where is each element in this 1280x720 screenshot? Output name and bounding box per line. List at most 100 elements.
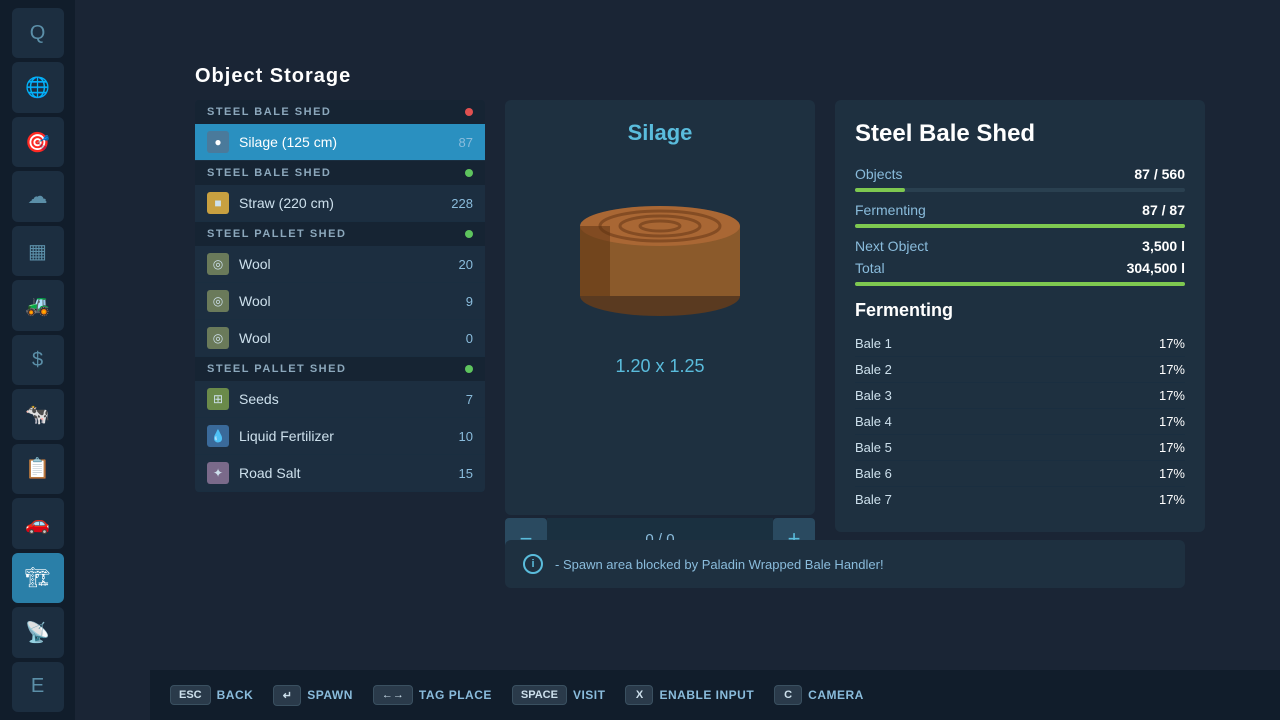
sidebar-btn-globe[interactable]: 🌐 [12, 62, 64, 112]
section-dot-4 [465, 365, 473, 373]
tag-label: TAG PLACE [419, 688, 492, 702]
sidebar-btn-tractor[interactable]: 🚜 [12, 280, 64, 330]
list-item-seeds[interactable]: ⊞ Seeds 7 [195, 381, 485, 418]
bale-label-5: Bale 5 [855, 440, 892, 455]
liquid-count: 10 [459, 429, 473, 444]
sidebar-btn-storage[interactable]: 🏗 [12, 553, 64, 603]
esc-key: ESC [170, 685, 211, 705]
bale-label-3: Bale 3 [855, 388, 892, 403]
list-item-wool3[interactable]: ◎ Wool 0 [195, 320, 485, 357]
sidebar-btn-q[interactable]: Q [12, 8, 64, 58]
wool1-count: 20 [459, 257, 473, 272]
bale-percent-6: 17% [1159, 466, 1185, 481]
key-tag: ←→ TAG PLACE [373, 685, 492, 705]
list-item-straw[interactable]: ■ Straw (220 cm) 228 [195, 185, 485, 222]
section-header-1: STEEL BALE SHED [195, 100, 485, 124]
c-key: C [774, 685, 802, 705]
salt-icon: ✦ [207, 462, 229, 484]
globe-icon: 🌐 [25, 75, 50, 100]
fermenting-progress-fill [855, 224, 1185, 228]
bale-row-2: Bale 217% [855, 357, 1185, 383]
enter-key: ↵ [273, 685, 301, 706]
section-dot-2 [465, 169, 473, 177]
liquid-name: Liquid Fertilizer [239, 428, 459, 444]
bale-label-7: Bale 7 [855, 492, 892, 507]
fermenting-list: Bale 117%Bale 217%Bale 317%Bale 417%Bale… [855, 331, 1185, 512]
arrows-key: ←→ [373, 685, 413, 705]
steering-icon: 🎯 [25, 130, 50, 155]
section-header-3: STEEL PALLET SHED [195, 222, 485, 246]
section-dot-3 [465, 230, 473, 238]
bale-label-4: Bale 4 [855, 414, 892, 429]
storage-icon: 🏗 [25, 565, 50, 590]
salt-name: Road Salt [239, 465, 459, 481]
fermenting-row: Fermenting 87 / 87 [855, 202, 1185, 218]
key-camera: C CAMERA [774, 685, 864, 705]
wool3-icon: ◎ [207, 327, 229, 349]
fermenting-label: Fermenting [855, 202, 926, 218]
storage-panel: Object Storage STEEL BALE SHED ● Silage … [195, 65, 485, 635]
bale-svg [570, 176, 750, 326]
info-icon: i [523, 554, 543, 574]
salt-count: 15 [459, 466, 473, 481]
silage-icon: ● [207, 131, 229, 153]
space-key: SPACE [512, 685, 567, 705]
x-key: X [625, 685, 653, 705]
fermenting-section-title: Fermenting [855, 300, 1185, 321]
straw-icon: ■ [207, 192, 229, 214]
bottom-bar: ESC BACK ↵ SPAWN ←→ TAG PLACE SPACE VISI… [150, 670, 1280, 720]
back-label: BACK [217, 688, 254, 702]
visit-label: VISIT [573, 688, 606, 702]
sidebar-btn-animal[interactable]: 🐄 [12, 389, 64, 439]
wool2-count: 9 [466, 294, 473, 309]
bale-row-6: Bale 6 17% [855, 461, 1185, 487]
bale-label-6: Bale 6 [855, 466, 892, 481]
fermenting-progress-wrap [855, 224, 1185, 228]
objects-label: Objects [855, 166, 902, 182]
list-item-silage[interactable]: ● Silage (125 cm) 87 [195, 124, 485, 161]
sidebar-btn-vehicles[interactable]: 🚗 [12, 498, 64, 548]
section-title-4: STEEL PALLET SHED [207, 363, 346, 375]
notes-icon: 📋 [25, 456, 50, 481]
total-value: 304,500 l [1127, 260, 1185, 276]
satellite-icon: 📡 [25, 620, 50, 645]
list-item-wool1[interactable]: ◎ Wool 20 [195, 246, 485, 283]
sidebar-btn-chart[interactable]: ▦ [12, 226, 64, 276]
info-shed-title: Steel Bale Shed [855, 120, 1185, 148]
bale-label-1: Bale 1 [855, 336, 892, 351]
key-spawn: ↵ SPAWN [273, 685, 353, 706]
silage-name: Silage (125 cm) [239, 134, 459, 150]
section-title-3: STEEL PALLET SHED [207, 228, 346, 240]
seeds-icon: ⊞ [207, 388, 229, 410]
list-item-salt[interactable]: ✦ Road Salt 15 [195, 455, 485, 492]
sidebar-btn-dollar[interactable]: $ [12, 335, 64, 385]
preview-dimensions: 1.20 x 1.25 [615, 356, 704, 377]
storage-list: STEEL BALE SHED ● Silage (125 cm) 87 STE… [195, 100, 485, 492]
seeds-name: Seeds [239, 391, 466, 407]
key-esc: ESC BACK [170, 685, 253, 705]
e-icon: E [31, 675, 44, 698]
bale-row-7: Bale 717% [855, 487, 1185, 512]
section-header-2: STEEL BALE SHED [195, 161, 485, 185]
sidebar-btn-satellite[interactable]: 📡 [12, 607, 64, 657]
sidebar-btn-steering[interactable]: 🎯 [12, 117, 64, 167]
section-title-2: STEEL BALE SHED [207, 167, 331, 179]
tractor-icon: 🚜 [25, 293, 50, 318]
bale-row-1: Bale 117% [855, 331, 1185, 357]
bale-percent-3: 17% [1159, 388, 1185, 403]
camera-label: CAMERA [808, 688, 864, 702]
sidebar-btn-notes[interactable]: 📋 [12, 444, 64, 494]
sidebar-btn-e[interactable]: E [12, 662, 64, 712]
vehicles-icon: 🚗 [25, 511, 50, 536]
preview-title: Silage [628, 120, 693, 146]
main-area: Object Storage STEEL BALE SHED ● Silage … [75, 0, 1280, 720]
sidebar-btn-weather[interactable]: ☁ [12, 171, 64, 221]
warning-text: - Spawn area blocked by Paladin Wrapped … [555, 557, 884, 572]
list-item-wool2[interactable]: ◎ Wool 9 [195, 283, 485, 320]
key-visit: SPACE VISIT [512, 685, 606, 705]
weather-icon: ☁ [28, 184, 48, 209]
list-item-liquid[interactable]: 💧 Liquid Fertilizer 10 [195, 418, 485, 455]
bale-row-4: Bale 417% [855, 409, 1185, 435]
objects-row: Objects 87 / 560 [855, 166, 1185, 182]
section-header-4: STEEL PALLET SHED [195, 357, 485, 381]
